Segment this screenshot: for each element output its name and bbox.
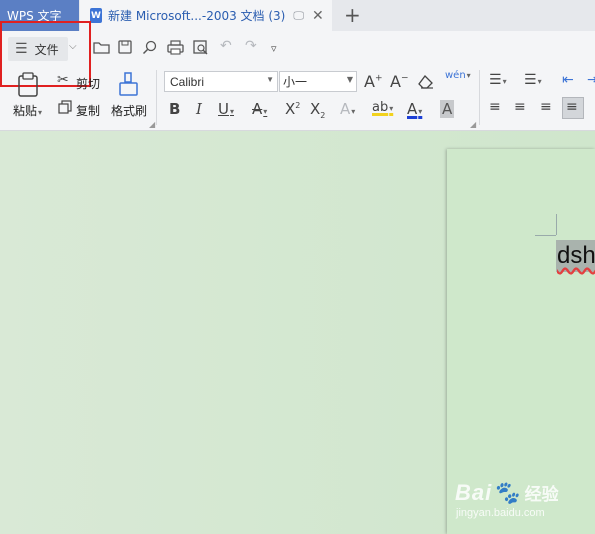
format-painter-icon[interactable] (119, 72, 139, 98)
align-right-icon[interactable]: ≡ (540, 99, 552, 115)
margin-crop-mark (556, 214, 557, 235)
font-color-dropdown-icon: ▾ (418, 107, 423, 116)
cut-label[interactable]: 剪切 (76, 75, 100, 92)
paste-icon[interactable] (17, 72, 39, 98)
undo-icon[interactable]: ↶ (220, 38, 232, 54)
group-expand-icon[interactable]: ◢ (149, 120, 155, 129)
open-folder-icon[interactable] (93, 40, 111, 54)
margin-crop-mark (535, 235, 556, 236)
pinyin-guide-label: wén (445, 70, 466, 81)
shrink-font-label: A (390, 72, 401, 91)
text-effect-button[interactable]: A▾ (340, 100, 355, 118)
grow-font-icon: + (374, 73, 383, 84)
print-preview-icon[interactable] (193, 40, 209, 55)
copy-icon[interactable] (58, 100, 72, 114)
shrink-font-icon: − (400, 73, 409, 84)
group-expand-icon[interactable]: ◢ (470, 120, 476, 129)
paw-icon: 🐾 (492, 480, 521, 505)
align-left-icon[interactable]: ≡ (489, 99, 501, 115)
divider (156, 70, 157, 125)
watermark-url: jingyan.baidu.com (456, 507, 545, 519)
save-icon[interactable] (118, 40, 132, 54)
bold-button[interactable]: B (169, 100, 180, 118)
strikethrough-dropdown-icon: ▾ (263, 107, 268, 116)
tab-document[interactable]: W 新建 Microsoft...-2003 文档 (3) 🖵 ✕ (80, 0, 332, 31)
find-icon[interactable] (142, 40, 157, 55)
font-family-select[interactable]: Calibri ▼ (164, 71, 278, 92)
subscript-button[interactable]: X2 (310, 100, 325, 120)
decrease-indent-icon[interactable]: ⇤ (562, 72, 574, 88)
pinyin-guide-button[interactable]: wén▾ (445, 70, 471, 81)
font-size-value: 小一 (283, 75, 308, 89)
format-painter-label[interactable]: 格式刷 (111, 102, 147, 119)
divider (479, 70, 480, 125)
underline-button[interactable]: U▾ (218, 100, 234, 118)
watermark-brand: Bai (455, 480, 493, 505)
underline-dropdown-icon: ▾ (229, 107, 234, 116)
paste-label: 粘贴 (13, 104, 38, 118)
superscript-button[interactable]: X2 (285, 100, 300, 118)
font-family-value: Calibri (170, 74, 205, 89)
close-icon[interactable]: ✕ (312, 8, 324, 24)
copy-label[interactable]: 复制 (76, 102, 100, 119)
font-size-select[interactable]: 小一 ▼ (279, 71, 357, 92)
highlight-dropdown-icon: ▾ (389, 104, 394, 113)
char-shading-button[interactable]: A (440, 100, 455, 118)
shrink-font-button[interactable]: A− (390, 72, 409, 91)
highlight-color-button[interactable]: ab▾ (372, 100, 393, 115)
clear-format-icon[interactable] (417, 74, 435, 90)
monitor-icon[interactable]: 🖵 (293, 9, 304, 23)
new-tab-button[interactable]: + (344, 3, 361, 27)
increase-indent-icon[interactable]: ⇥ (587, 72, 595, 88)
bullet-list-icon[interactable]: ☰▾ (489, 72, 507, 88)
paste-button[interactable]: 粘贴▾ (13, 102, 42, 119)
grow-font-button[interactable]: A+ (364, 72, 383, 91)
print-icon[interactable] (167, 40, 184, 55)
grow-font-label: A (364, 72, 375, 91)
document-tab-title: 新建 Microsoft...-2003 文档 (3) (108, 9, 286, 23)
text-effect-dropdown-icon: ▾ (351, 107, 356, 116)
strikethrough-button[interactable]: A▾ (252, 100, 267, 118)
document-text[interactable]: dsh (556, 240, 595, 272)
italic-button[interactable]: I (196, 100, 202, 118)
align-center-icon[interactable]: ≡ (514, 99, 526, 115)
chevron-down-icon: ▼ (266, 75, 274, 84)
font-color-button[interactable]: A▾ (407, 100, 422, 118)
redo-icon[interactable]: ↷ (245, 38, 257, 54)
watermark-brand-cn: 经验 (524, 485, 559, 505)
chevron-down-icon: ▼ (346, 75, 353, 84)
paste-dropdown-icon: ▾ (38, 108, 43, 117)
document-page[interactable] (447, 149, 595, 534)
pinyin-dropdown-icon: ▾ (466, 71, 471, 80)
justify-icon: ≡ (566, 99, 578, 115)
word-doc-icon: W (90, 8, 102, 23)
customize-icon[interactable]: ▿ (271, 42, 277, 55)
scissors-icon[interactable]: ✂ (57, 72, 69, 88)
numbered-list-icon[interactable]: ☰▾ (524, 72, 542, 88)
watermark-logo: Bai🐾 经验 (455, 480, 559, 506)
